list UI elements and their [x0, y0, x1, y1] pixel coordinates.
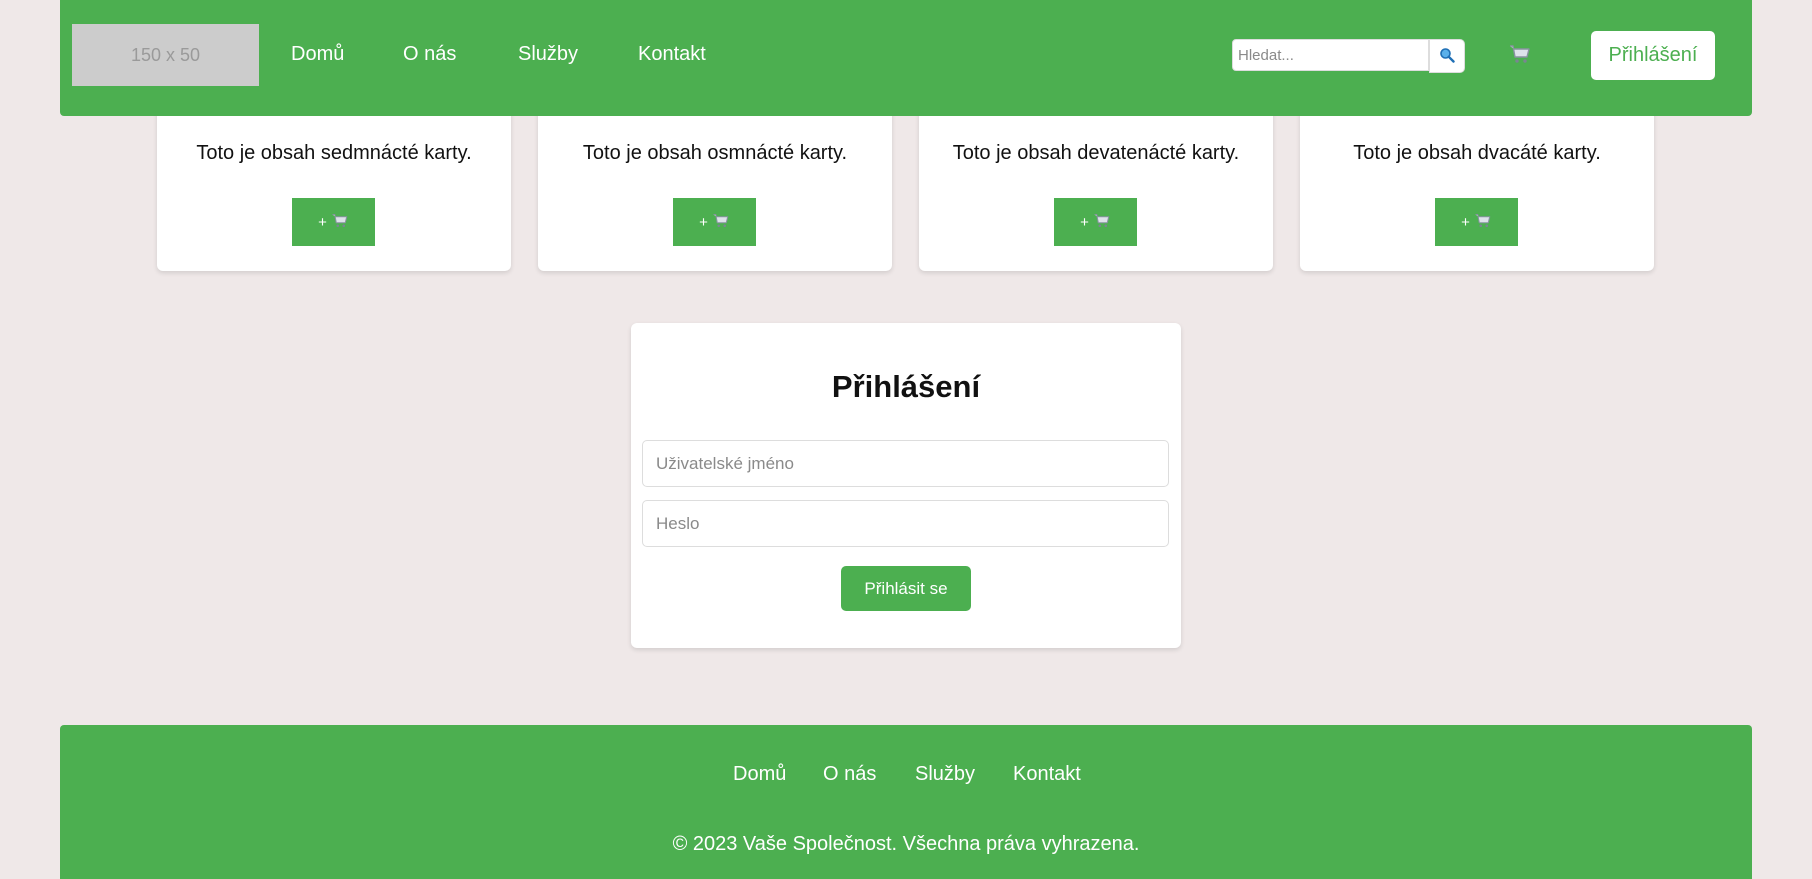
product-card: Toto je obsah devatenácté karty. +	[919, 90, 1273, 271]
login-form: Přihlášení Přihlásit se	[631, 323, 1181, 648]
footer-link-contact[interactable]: Kontakt	[1013, 763, 1081, 786]
card-text: Toto je obsah sedmnácté karty.	[196, 142, 472, 164]
footer-link-home[interactable]: Domů	[733, 763, 786, 786]
add-to-cart-label: +	[699, 213, 708, 231]
add-to-cart-label: +	[1080, 213, 1089, 231]
logo-placeholder[interactable]: 150 x 50	[72, 24, 259, 86]
product-card: Toto je obsah dvacáté karty. +	[1300, 90, 1654, 271]
password-field[interactable]	[642, 500, 1169, 547]
site-header: 150 x 50 Domů O nás Služby Kontakt Přihl…	[60, 0, 1752, 116]
login-submit-button[interactable]: Přihlásit se	[841, 566, 971, 611]
nav-link-home[interactable]: Domů	[291, 43, 344, 66]
login-title: Přihlášení	[831, 369, 981, 404]
card-text: Toto je obsah devatenácté karty.	[952, 142, 1240, 164]
search-input[interactable]	[1232, 39, 1429, 71]
cart-icon	[1474, 213, 1492, 232]
cart-icon[interactable]	[1509, 44, 1531, 69]
product-card: Toto je obsah sedmnácté karty. +	[157, 90, 511, 271]
add-to-cart-label: +	[318, 213, 327, 231]
search-icon	[1439, 47, 1455, 66]
footer-link-about[interactable]: O nás	[823, 763, 876, 786]
cart-icon	[331, 213, 349, 232]
site-footer: Domů O nás Služby Kontakt © 2023 Vaše Sp…	[60, 725, 1752, 879]
add-to-cart-button[interactable]: +	[1054, 198, 1137, 246]
product-card: Toto je obsah osmnácté karty. +	[538, 90, 892, 271]
username-field[interactable]	[642, 440, 1169, 487]
card-text: Toto je obsah osmnácté karty.	[582, 142, 848, 164]
cart-icon	[1093, 213, 1111, 232]
search-button[interactable]	[1429, 39, 1465, 73]
add-to-cart-label: +	[1461, 213, 1470, 231]
logo-placeholder-text: 150 x 50	[130, 44, 201, 65]
copyright-text: © 2023 Vaše Společnost. Všechna práva vy…	[672, 833, 1140, 855]
card-text: Toto je obsah dvacáté karty.	[1353, 142, 1601, 164]
login-button[interactable]: Přihlášení	[1591, 31, 1715, 80]
nav-link-services[interactable]: Služby	[518, 43, 578, 66]
cart-icon	[712, 213, 730, 232]
add-to-cart-button[interactable]: +	[1435, 198, 1518, 246]
nav-link-contact[interactable]: Kontakt	[638, 43, 706, 66]
nav-link-about[interactable]: O nás	[403, 43, 456, 66]
add-to-cart-button[interactable]: +	[673, 198, 756, 246]
footer-link-services[interactable]: Služby	[915, 763, 975, 786]
add-to-cart-button[interactable]: +	[292, 198, 375, 246]
